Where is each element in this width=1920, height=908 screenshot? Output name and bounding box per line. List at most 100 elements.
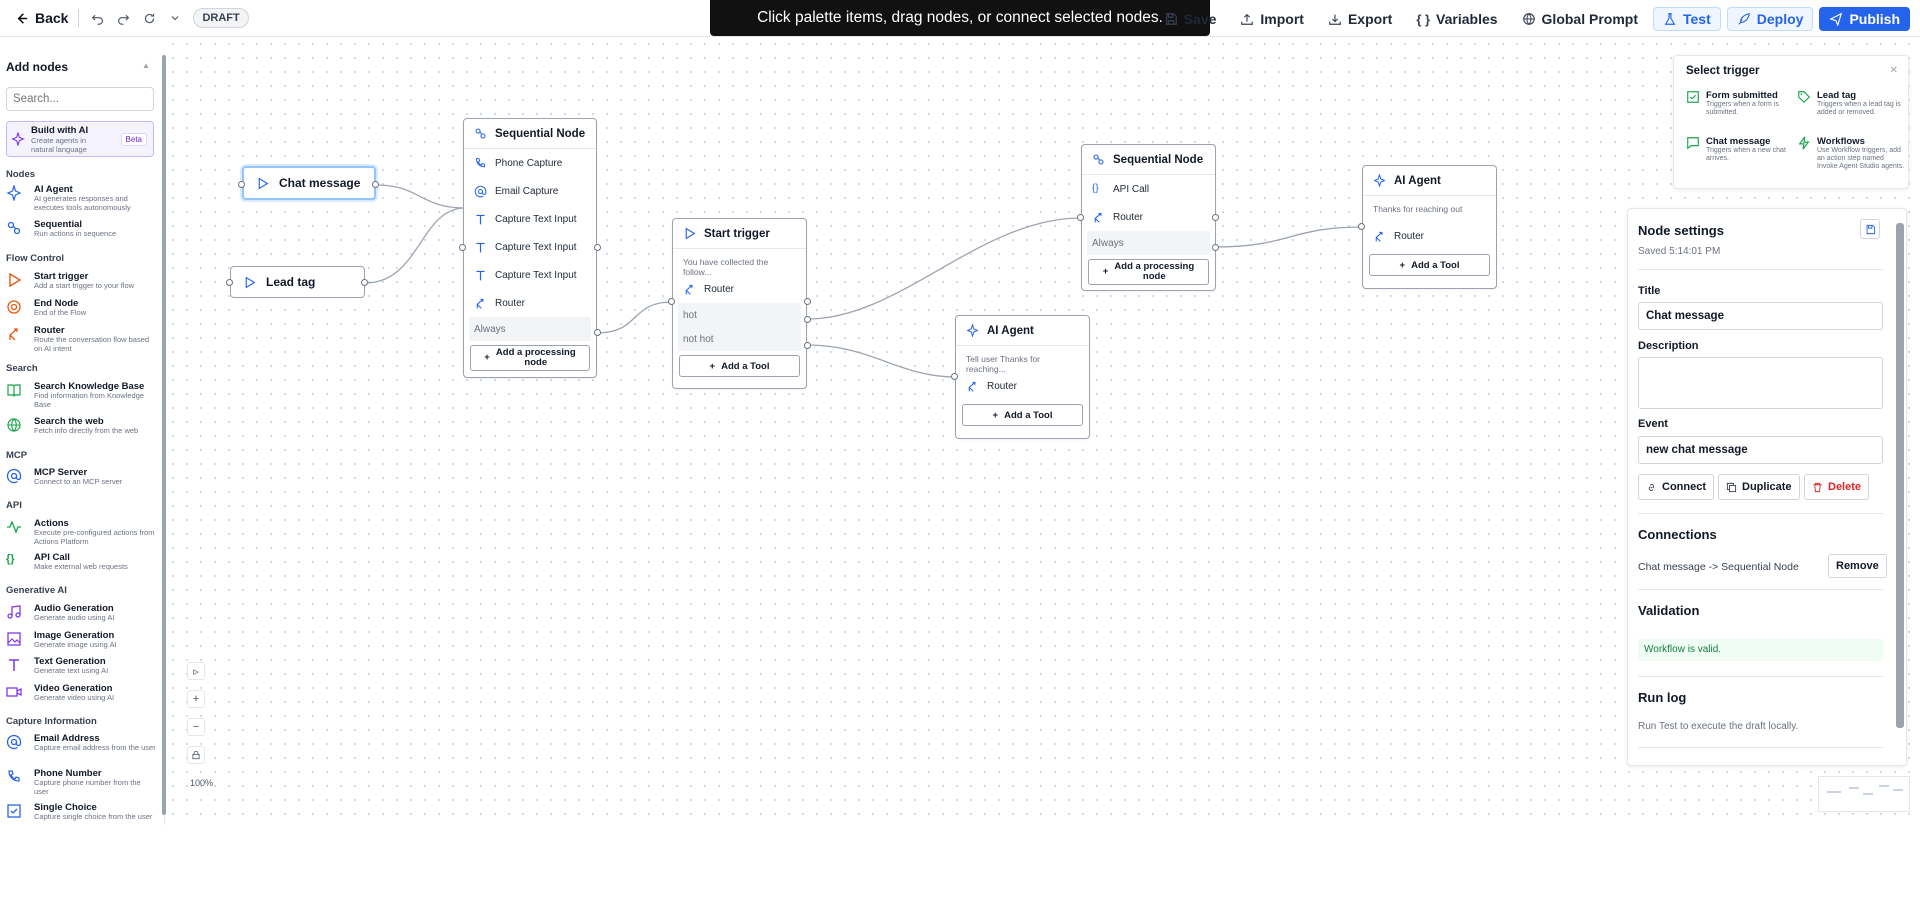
variables-button[interactable]: { } Variables <box>1407 7 1506 31</box>
palette-item-video-generation[interactable]: Video Generation Generate video using AI <box>6 683 156 703</box>
palette-item-single-choice[interactable]: Single Choice Capture single choice from … <box>6 802 156 822</box>
minimap[interactable] <box>1818 776 1910 812</box>
save-settings-button[interactable] <box>1860 219 1880 239</box>
build-with-ai-button[interactable]: Build with AI Create agents in natural l… <box>6 121 154 157</box>
deploy-button[interactable]: Deploy <box>1726 7 1814 31</box>
port-in[interactable] <box>1077 214 1084 221</box>
start-trigger-node[interactable]: Start trigger You have collected the fol… <box>672 218 807 389</box>
palette-search-input[interactable] <box>6 87 154 111</box>
add-processing-node-button[interactable]: + Add a processing node <box>470 345 590 371</box>
palette-item-router[interactable]: Router Route the conversation flow based … <box>6 325 156 353</box>
add-tool-button[interactable]: + Add a Tool <box>962 404 1083 426</box>
connect-button[interactable]: Connect <box>1638 474 1714 500</box>
palette-item-actions[interactable]: Actions Execute pre-configured actions fr… <box>6 518 156 546</box>
node-step[interactable]: Router <box>956 372 1089 400</box>
node-step[interactable]: Router <box>673 275 806 303</box>
undo-icon[interactable] <box>89 10 105 26</box>
palette-item-image-generation[interactable]: Image Generation Generate image using AI <box>6 630 156 650</box>
port-in[interactable] <box>459 244 466 251</box>
node-step[interactable]: Router <box>1363 222 1496 250</box>
route-label: Always <box>1092 237 1124 249</box>
draft-badge: DRAFT <box>193 8 249 28</box>
zoom-out-button[interactable]: − <box>187 718 205 736</box>
node-step[interactable]: Capture Text Input <box>464 205 596 233</box>
redo-icon[interactable] <box>115 10 131 26</box>
event-input[interactable]: new chat message <box>1638 436 1883 464</box>
node-step[interactable]: {} API Call <box>1082 175 1215 203</box>
palette-item-email-address[interactable]: Email Address Capture email address from … <box>6 733 156 753</box>
trigger-option-chat-message[interactable]: Chat message Triggers when a new chat arr… <box>1686 136 1794 163</box>
palette-item-text-generation[interactable]: Text Generation Generate text using AI <box>6 656 156 676</box>
remove-connection-button[interactable]: Remove <box>1828 554 1887 578</box>
zoom-in-button[interactable]: + <box>187 690 205 708</box>
export-button[interactable]: Export <box>1319 7 1401 31</box>
back-button[interactable]: Back <box>14 10 68 26</box>
palette-item-phone-number[interactable]: Phone Number Capture phone number from th… <box>6 768 156 796</box>
port-out[interactable] <box>372 181 379 188</box>
palette-scrollbar[interactable] <box>162 55 166 815</box>
settings-scrollbar[interactable] <box>1896 223 1904 728</box>
publish-button[interactable]: Publish <box>1819 7 1910 31</box>
port-out[interactable] <box>804 342 811 349</box>
route-not-hot[interactable]: not hot <box>678 327 801 351</box>
palette-item-audio-generation[interactable]: Audio Generation Generate audio using AI <box>6 603 156 623</box>
global-prompt-button[interactable]: Global Prompt <box>1513 7 1647 31</box>
select-tool-button[interactable]: ▹ <box>187 662 205 680</box>
node-step[interactable]: Capture Text Input <box>464 261 596 289</box>
node-step[interactable]: Email Capture <box>464 177 596 205</box>
toast-message: Click palette items, drag nodes, or conn… <box>710 0 1210 36</box>
port-out[interactable] <box>594 244 601 251</box>
title-input[interactable]: Chat message <box>1638 302 1883 330</box>
port-in[interactable] <box>238 181 245 188</box>
sequential-node-2[interactable]: Sequential Node {} API Call Router Always… <box>1081 144 1216 291</box>
node-step[interactable]: Router <box>464 289 596 317</box>
palette-item-end-node[interactable]: End Node End of the Flow <box>6 298 156 318</box>
port-in[interactable] <box>1358 223 1365 230</box>
import-button[interactable]: Import <box>1231 7 1313 31</box>
port-in[interactable] <box>226 279 233 286</box>
port-out[interactable] <box>1212 244 1219 251</box>
trigger-option-form-submitted[interactable]: Form submitted Triggers when a form is su… <box>1686 90 1794 117</box>
port-out[interactable] <box>804 298 811 305</box>
collapse-icon[interactable]: ▲ <box>142 61 150 70</box>
duplicate-button[interactable]: Duplicate <box>1718 474 1800 500</box>
route-hot[interactable]: hot <box>678 303 801 327</box>
port-in[interactable] <box>668 298 675 305</box>
port-out[interactable] <box>804 316 811 323</box>
test-button[interactable]: Test <box>1653 7 1721 31</box>
node-step[interactable]: Phone Capture <box>464 149 596 177</box>
sequential-node-1[interactable]: Sequential Node Phone Capture Email Capt… <box>463 118 597 378</box>
ai-agent-node-1[interactable]: AI Agent Tell user Thanks for reaching..… <box>955 315 1090 439</box>
save-button[interactable]: Save <box>1155 7 1226 31</box>
route-always[interactable]: Always <box>469 317 591 341</box>
trigger-option-lead-tag[interactable]: Lead tag Triggers when a lead tag is adde… <box>1797 90 1905 117</box>
chevron-down-icon[interactable] <box>167 10 183 26</box>
add-tool-button[interactable]: + Add a Tool <box>1369 254 1490 276</box>
palette-item-start-trigger[interactable]: Start trigger Add a start trigger to your… <box>6 271 156 291</box>
port-in[interactable] <box>951 373 958 380</box>
add-processing-node-button[interactable]: + Add a processing node <box>1088 259 1209 285</box>
palette-item-ai-agent[interactable]: AI Agent AI generates responses and execu… <box>6 184 156 212</box>
trigger-node-chat[interactable]: Chat message <box>242 166 376 200</box>
description-textarea[interactable] <box>1638 357 1883 409</box>
palette-item-mcp-server[interactable]: MCP Server Connect to an MCP server <box>6 467 156 487</box>
route-always[interactable]: Always <box>1087 231 1210 255</box>
trigger-node-lead[interactable]: Lead tag <box>230 266 365 298</box>
node-settings-panel: Node settings Saved 5:14:01 PM Title Cha… <box>1627 208 1907 766</box>
refresh-icon[interactable] <box>141 10 157 26</box>
delete-button[interactable]: Delete <box>1804 474 1870 500</box>
node-step[interactable]: Router <box>1082 203 1215 231</box>
close-icon[interactable]: ✕ <box>1890 65 1898 76</box>
node-step[interactable]: Capture Text Input <box>464 233 596 261</box>
port-out[interactable] <box>361 279 368 286</box>
add-tool-button[interactable]: + Add a Tool <box>679 355 800 377</box>
ai-agent-node-2[interactable]: AI Agent Thanks for reaching out Router … <box>1362 165 1497 289</box>
palette-item-search-web[interactable]: Search the web Fetch info directly from t… <box>6 416 156 436</box>
port-out[interactable] <box>594 329 601 336</box>
palette-item-search-kb[interactable]: Search Knowledge Base Find information fr… <box>6 381 156 409</box>
palette-item-sequential[interactable]: Sequential Run actions in sequence <box>6 219 156 239</box>
port-out[interactable] <box>1212 214 1219 221</box>
trigger-option-workflows[interactable]: Workflows Use Workflow triggers, add an a… <box>1797 136 1905 171</box>
lock-button[interactable] <box>187 746 205 764</box>
palette-item-api-call[interactable]: {} API Call Make external web requests <box>6 552 156 572</box>
